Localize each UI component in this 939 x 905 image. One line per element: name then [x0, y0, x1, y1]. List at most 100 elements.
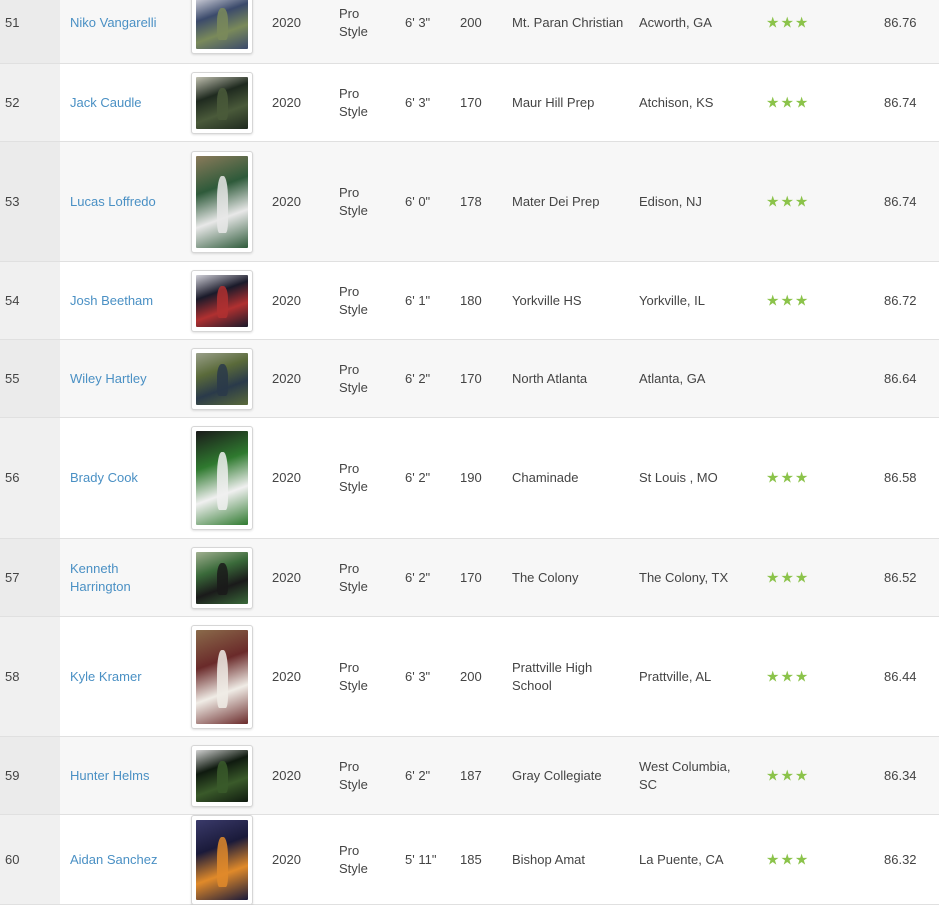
player-photo-image [196, 352, 248, 405]
player-figure-icon [216, 175, 229, 233]
player-photo[interactable] [191, 347, 253, 410]
player-figure-icon [216, 760, 229, 794]
star-icon: ★ [794, 667, 809, 685]
table-row: 56 Brady Cook 2020 Pro Style 6' 2" 190 C… [0, 418, 939, 539]
composite-rating: 86.76 [884, 14, 917, 30]
star-icon: ★ [766, 850, 780, 868]
high-school: Mater Dei Prep [512, 193, 600, 209]
player-height: 6' 3" [405, 14, 431, 30]
star-icon: ★ [794, 766, 809, 784]
player-position: Pro Style [339, 184, 368, 218]
class-year: 2020 [272, 668, 301, 684]
composite-rating: 86.64 [884, 370, 917, 386]
high-school: Prattville High School [512, 659, 593, 693]
star-icon: ★ [766, 468, 780, 487]
player-name-link[interactable]: Hunter Helms [70, 767, 180, 785]
star-rating: ★★★ [766, 568, 809, 587]
star-icon: ★ [766, 13, 780, 31]
class-year: 2020 [272, 851, 301, 867]
player-photo[interactable] [191, 426, 253, 530]
table-row: 57 Kenneth Harrington 2020 Pro Style 6' … [0, 539, 939, 617]
player-figure-icon [216, 285, 229, 319]
player-photo-image [196, 155, 248, 248]
rank-number: 58 [5, 668, 20, 684]
star-icon: ★ [794, 192, 809, 210]
star-icon: ★ [766, 93, 780, 111]
recruit-rankings-table: 51 Niko Vangarelli 2020 Pro Style 6' 3" … [0, 0, 939, 905]
class-year: 2020 [272, 14, 301, 30]
player-height: 5' 11" [405, 851, 437, 867]
player-name-link[interactable]: Wiley Hartley [70, 370, 180, 388]
player-photo[interactable] [191, 546, 253, 609]
star-icon: ★ [780, 766, 794, 784]
player-height: 6' 1" [405, 292, 431, 308]
player-photo-image [196, 0, 248, 49]
player-photo[interactable] [191, 814, 253, 905]
composite-rating: 86.74 [884, 193, 917, 209]
table-row: 52 Jack Caudle 2020 Pro Style 6' 3" 170 … [0, 64, 939, 142]
player-weight: 185 [460, 851, 482, 867]
composite-rating: 86.32 [884, 851, 917, 867]
high-school: Maur Hill Prep [512, 94, 595, 110]
rank-number: 57 [5, 569, 20, 585]
player-position: Pro Style [339, 85, 368, 119]
high-school: Bishop Amat [512, 851, 585, 867]
player-name-link[interactable]: Jack Caudle [70, 94, 180, 112]
table-row: 60 Aidan Sanchez 2020 Pro Style 5' 11" 1… [0, 814, 939, 905]
player-figure-icon [216, 837, 229, 887]
composite-rating: 86.72 [884, 292, 917, 308]
player-height: 6' 2" [405, 470, 431, 485]
player-name-link[interactable]: Josh Beetham [70, 292, 180, 310]
composite-rating: 86.52 [884, 569, 917, 585]
player-position: Pro Style [339, 560, 368, 594]
table-row: 53 Lucas Loffredo 2020 Pro Style 6' 0" 1… [0, 142, 939, 262]
high-school: North Atlanta [512, 370, 588, 386]
player-figure-icon [216, 650, 229, 709]
star-icon: ★ [780, 468, 794, 487]
player-weight: 200 [460, 14, 482, 30]
player-position: Pro Style [339, 461, 368, 494]
player-weight: 170 [460, 94, 482, 110]
high-school: Yorkville HS [512, 292, 582, 308]
composite-rating: 86.74 [884, 94, 917, 110]
hometown-location: Prattville, AL [639, 668, 712, 684]
star-icon: ★ [794, 93, 809, 111]
rank-number: 56 [5, 470, 20, 485]
player-photo-image [196, 274, 248, 327]
player-name-link[interactable]: Aidan Sanchez [70, 851, 180, 869]
rank-number: 51 [5, 14, 20, 30]
star-rating: ★★★ [766, 291, 809, 310]
player-height: 6' 0" [405, 193, 431, 209]
player-photo[interactable] [191, 624, 253, 729]
player-name-link[interactable]: Niko Vangarelli [70, 14, 180, 32]
star-rating: ★★★ [766, 850, 809, 869]
rank-number: 59 [5, 767, 20, 783]
player-name-link[interactable]: Kyle Kramer [70, 668, 180, 686]
hometown-location: Atchison, KS [639, 94, 714, 110]
player-figure-icon [216, 451, 229, 510]
star-rating: ★★★ [766, 667, 809, 686]
table-row: 51 Niko Vangarelli 2020 Pro Style 6' 3" … [0, 0, 939, 64]
star-icon: ★ [780, 291, 794, 309]
player-photo[interactable] [191, 744, 253, 807]
player-weight: 180 [460, 292, 482, 308]
player-name-link[interactable]: Lucas Loffredo [70, 193, 180, 211]
star-icon: ★ [766, 291, 780, 309]
high-school: The Colony [512, 569, 579, 585]
class-year: 2020 [272, 193, 301, 209]
player-weight: 187 [460, 767, 482, 783]
composite-rating: 86.34 [884, 767, 917, 783]
player-height: 6' 2" [405, 370, 431, 386]
class-year: 2020 [272, 470, 301, 485]
player-name-link[interactable]: Kenneth Harrington [70, 560, 180, 596]
player-weight: 170 [460, 370, 482, 386]
class-year: 2020 [272, 292, 301, 308]
high-school: Chaminade [512, 470, 579, 485]
player-photo[interactable] [191, 71, 253, 134]
player-position: Pro Style [339, 758, 368, 792]
player-name-link[interactable]: Brady Cook [70, 469, 180, 487]
player-photo[interactable] [191, 0, 253, 54]
player-photo[interactable] [191, 150, 253, 253]
player-position: Pro Style [339, 842, 368, 876]
player-photo[interactable] [191, 269, 253, 332]
